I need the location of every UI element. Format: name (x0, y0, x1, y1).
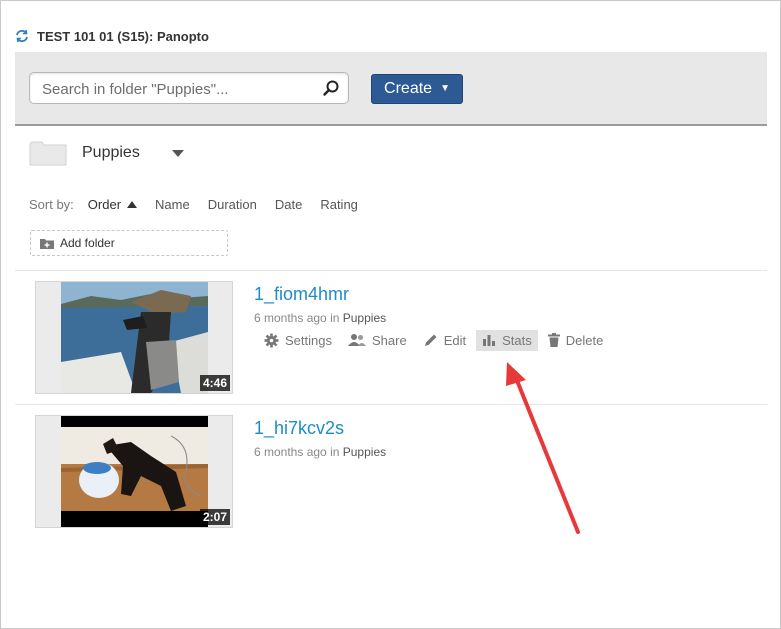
share-button[interactable]: Share (342, 330, 413, 351)
search-icon[interactable] (322, 79, 340, 97)
panopto-sync-icon (16, 29, 28, 43)
session-title-link[interactable]: 1_fiom4hmr (254, 284, 349, 305)
settings-button[interactable]: Settings (258, 330, 338, 351)
folder-dropdown-icon[interactable] (171, 149, 184, 157)
toolbar: Create ▼ (15, 52, 767, 126)
thumbnail-image-dog-floor (61, 416, 208, 527)
stats-label: Stats (502, 332, 532, 348)
trash-icon (547, 333, 560, 347)
add-folder-button[interactable]: Add folder (30, 230, 228, 256)
folder-name: Puppies (82, 144, 140, 161)
sort-option-date[interactable]: Date (275, 197, 302, 212)
session-thumbnail[interactable]: 4:46 (35, 281, 233, 394)
search-box[interactable] (29, 72, 349, 104)
session-meta: 6 months ago in Puppies (254, 445, 386, 459)
divider (15, 404, 767, 405)
session-age: 6 months ago (254, 311, 327, 325)
share-people-icon (347, 334, 366, 346)
sort-bar: Sort by: Order Name Duration Date Rating (29, 195, 376, 213)
sort-option-order[interactable]: Order (87, 196, 138, 212)
bar-chart-icon (483, 335, 496, 346)
session-title-link[interactable]: 1_hi7kcv2s (254, 418, 344, 439)
folder-icon (29, 141, 67, 166)
create-label: Create (384, 80, 433, 97)
session-meta: 6 months ago in Puppies (254, 311, 386, 325)
edit-button[interactable]: Edit (417, 330, 472, 351)
thumbnail-image-dog-boat (61, 282, 208, 393)
folder-header: Puppies (29, 139, 184, 167)
stats-button[interactable]: Stats (476, 329, 538, 351)
share-label: Share (371, 332, 407, 348)
sort-option-duration[interactable]: Duration (208, 197, 257, 212)
sort-label: Sort by: (29, 196, 74, 212)
sort-ascending-icon (127, 200, 138, 208)
add-folder-label: Add folder (60, 236, 115, 250)
session-thumbnail[interactable]: 2:07 (35, 415, 233, 528)
pencil-icon (424, 334, 437, 346)
session-in-text: in (330, 311, 340, 325)
window-title: TEST 101 01 (S15): Panopto (37, 28, 209, 44)
create-button[interactable]: Create ▼ (371, 74, 463, 104)
add-folder-icon (40, 238, 54, 249)
session-duration: 2:07 (199, 509, 230, 525)
session-row: 4:46 1_fiom4hmr 6 months ago in Puppies (35, 281, 755, 401)
session-age: 6 months ago (254, 445, 327, 459)
panopto-window: TEST 101 01 (S15): Panopto Create ▼ Pupp… (0, 0, 781, 629)
session-actions: Settings Share Edit Stats Delete (258, 328, 613, 352)
delete-label: Delete (565, 332, 604, 348)
divider (15, 270, 767, 271)
session-row: 2:07 1_hi7kcv2s 6 months ago in Puppies (35, 415, 755, 535)
settings-label: Settings (285, 332, 332, 348)
session-duration: 4:46 (199, 375, 230, 391)
edit-label: Edit (443, 332, 467, 348)
search-input[interactable] (40, 78, 314, 100)
session-folder-link[interactable]: Puppies (343, 445, 386, 459)
sort-option-name[interactable]: Name (155, 197, 190, 212)
sort-option-rating[interactable]: Rating (320, 197, 358, 212)
session-folder-link[interactable]: Puppies (343, 311, 386, 325)
gear-icon (264, 333, 279, 347)
sort-option-order-label: Order (87, 196, 122, 212)
caret-down-icon: ▼ (440, 83, 450, 94)
window-titlebar: TEST 101 01 (S15): Panopto (15, 25, 209, 47)
delete-button[interactable]: Delete (542, 330, 610, 351)
session-in-text: in (330, 445, 340, 459)
